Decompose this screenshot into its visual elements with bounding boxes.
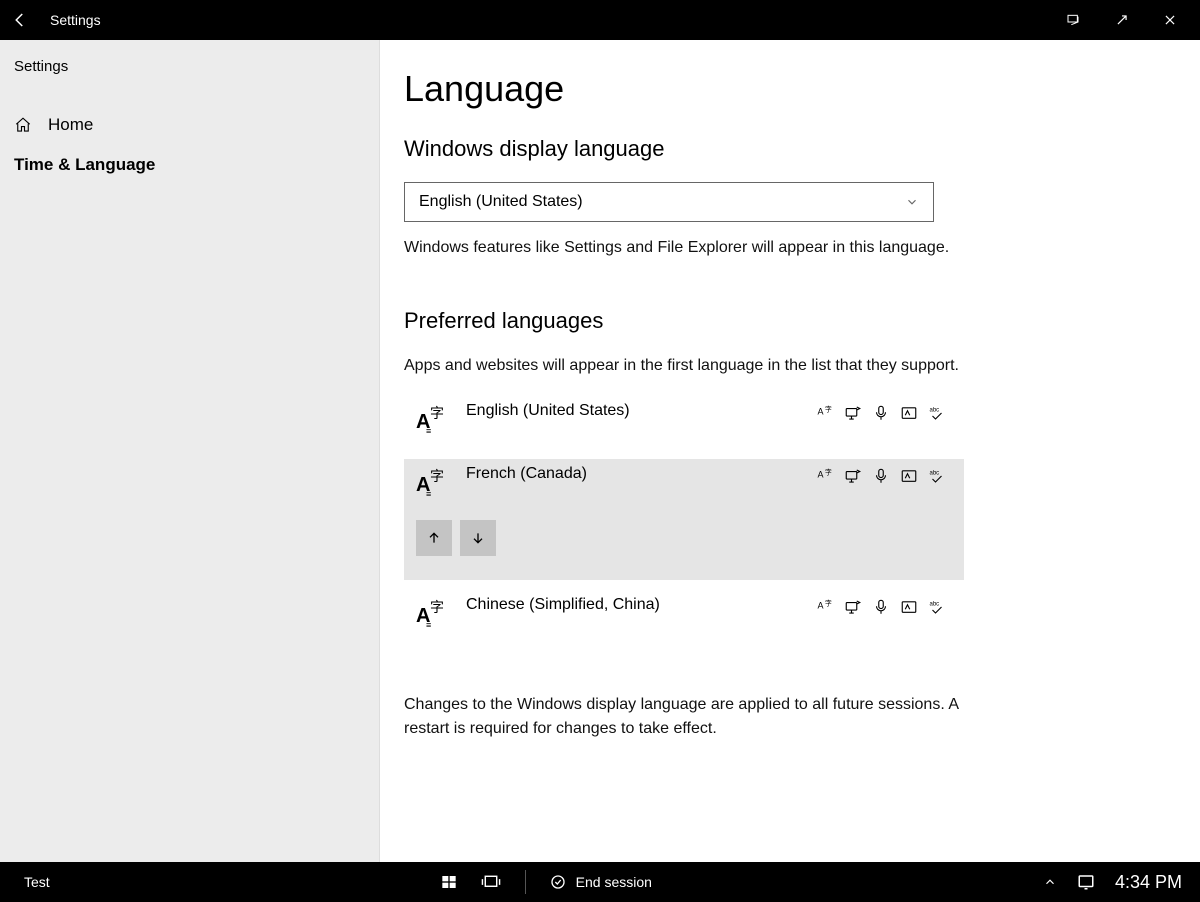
svg-text:≡: ≡ (426, 620, 431, 630)
svg-text:字: 字 (430, 599, 444, 615)
handwriting-feat-icon (900, 467, 918, 485)
tts-feat-icon (844, 598, 862, 616)
language-glyph-icon: A字≡ (416, 404, 452, 441)
page-title: Language (404, 68, 1160, 110)
preferred-languages-heading: Preferred languages (404, 308, 1160, 334)
language-item[interactable]: A字≡ Chinese (Simplified, China) A字 abc (404, 590, 964, 643)
remote-icon[interactable] (1064, 10, 1084, 30)
home-icon (14, 116, 32, 134)
taskbar-label: Test (0, 874, 50, 890)
language-name: English (United States) (466, 402, 630, 420)
tray-chevron-icon[interactable] (1043, 875, 1057, 889)
nav-time-language[interactable]: Time & Language (0, 145, 379, 185)
svg-text:abc: abc (930, 408, 940, 414)
titlebar: Settings (0, 0, 1200, 40)
language-item[interactable]: A字≡ English (United States) A字 abc (404, 396, 964, 449)
tts-feat-icon (844, 467, 862, 485)
handwriting-feat-icon (900, 598, 918, 616)
svg-text:A: A (818, 407, 824, 417)
spellcheck-feat-icon: abc (928, 598, 946, 616)
display-language-description: Windows features like Settings and File … (404, 236, 964, 260)
language-item[interactable]: A字≡ French (Canada) A字 abc (404, 459, 964, 504)
nav-home[interactable]: Home (0, 105, 379, 145)
task-view-button[interactable] (481, 874, 501, 890)
svg-text:≡: ≡ (426, 489, 431, 499)
svg-text:abc: abc (930, 471, 940, 477)
close-button[interactable] (1160, 10, 1180, 30)
end-session-icon[interactable]: End session (550, 874, 652, 890)
display-language-value: English (United States) (419, 193, 583, 211)
sidebar-header: Settings (0, 54, 379, 105)
move-down-button[interactable] (460, 520, 496, 556)
svg-text:字: 字 (825, 405, 832, 414)
svg-text:字: 字 (430, 468, 444, 484)
display-language-dropdown[interactable]: English (United States) (404, 182, 934, 222)
spellcheck-feat-icon: abc (928, 467, 946, 485)
nav-home-label: Home (48, 115, 93, 135)
start-button[interactable] (441, 874, 457, 890)
display-lang-feat-icon: A字 (816, 467, 834, 485)
language-glyph-icon: A字≡ (416, 598, 452, 635)
svg-text:字: 字 (430, 405, 444, 421)
speech-feat-icon (872, 598, 890, 616)
window-title: Settings (50, 12, 101, 28)
display-lang-feat-icon: A字 (816, 404, 834, 422)
move-up-button[interactable] (416, 520, 452, 556)
language-list: A字≡ English (United States) A字 abc A字≡ F… (404, 396, 964, 643)
svg-text:abc: abc (930, 602, 940, 608)
spellcheck-feat-icon: abc (928, 404, 946, 422)
tts-feat-icon (844, 404, 862, 422)
svg-text:A: A (818, 470, 824, 480)
footer-note: Changes to the Windows display language … (404, 693, 964, 741)
language-glyph-icon: A字≡ (416, 467, 452, 504)
display-lang-feat-icon: A字 (816, 598, 834, 616)
language-name: French (Canada) (466, 465, 587, 483)
svg-text:A: A (818, 601, 824, 611)
chevron-down-icon (905, 195, 919, 209)
language-features: A字 abc (816, 598, 946, 616)
maximize-button[interactable] (1112, 10, 1132, 30)
speech-feat-icon (872, 404, 890, 422)
display-language-heading: Windows display language (404, 136, 1160, 162)
back-button[interactable] (8, 8, 32, 32)
preferred-languages-description: Apps and websites will appear in the fir… (404, 354, 964, 378)
svg-text:字: 字 (825, 599, 832, 608)
sidebar: Settings Home Time & Language (0, 40, 380, 862)
nav-time-language-label: Time & Language (14, 155, 155, 175)
taskbar: Test End session 4:34 PM (0, 862, 1200, 902)
taskbar-clock[interactable]: 4:34 PM (1115, 872, 1182, 893)
notifications-icon[interactable] (1077, 873, 1095, 891)
language-features: A字 abc (816, 467, 946, 485)
end-session-label: End session (576, 874, 652, 890)
language-features: A字 abc (816, 404, 946, 422)
svg-text:字: 字 (825, 468, 832, 477)
handwriting-feat-icon (900, 404, 918, 422)
speech-feat-icon (872, 467, 890, 485)
main-content: Language Windows display language Englis… (380, 40, 1200, 862)
language-name: Chinese (Simplified, China) (466, 596, 660, 614)
svg-text:≡: ≡ (426, 426, 431, 436)
